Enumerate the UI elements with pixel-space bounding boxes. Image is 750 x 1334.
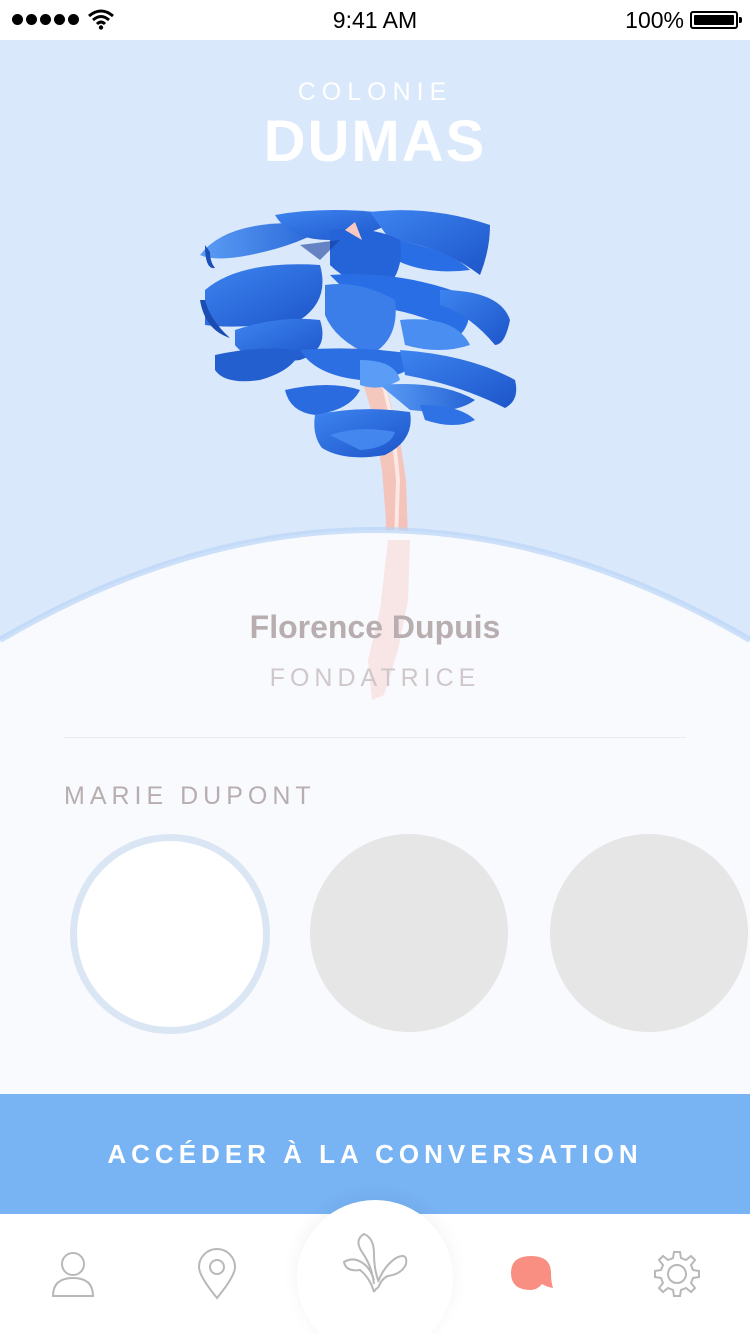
location-pin-icon — [197, 1248, 237, 1300]
member-avatar-selected[interactable] — [70, 834, 270, 1034]
plant-icon — [342, 1232, 408, 1293]
settings-gear-icon — [654, 1251, 700, 1297]
owner-name: Florence Dupuis — [249, 609, 501, 645]
open-conversation-label: ACCÉDER À LA CONVERSATION — [107, 1138, 643, 1169]
divider — [64, 737, 686, 738]
member-label: MARIE DUPONT — [64, 782, 316, 810]
tab-chat[interactable] — [503, 1244, 563, 1304]
owner-role: FONDATRICE — [269, 664, 481, 692]
member-avatar[interactable] — [310, 834, 508, 1032]
member-avatar[interactable] — [550, 834, 748, 1032]
chat-bubble-icon — [511, 1256, 553, 1290]
open-conversation-button[interactable]: ACCÉDER À LA CONVERSATION — [0, 1094, 750, 1214]
tab-settings[interactable] — [619, 1244, 735, 1304]
tab-profile[interactable] — [43, 1244, 103, 1304]
tab-location[interactable] — [187, 1244, 247, 1304]
profile-icon — [51, 1252, 95, 1297]
